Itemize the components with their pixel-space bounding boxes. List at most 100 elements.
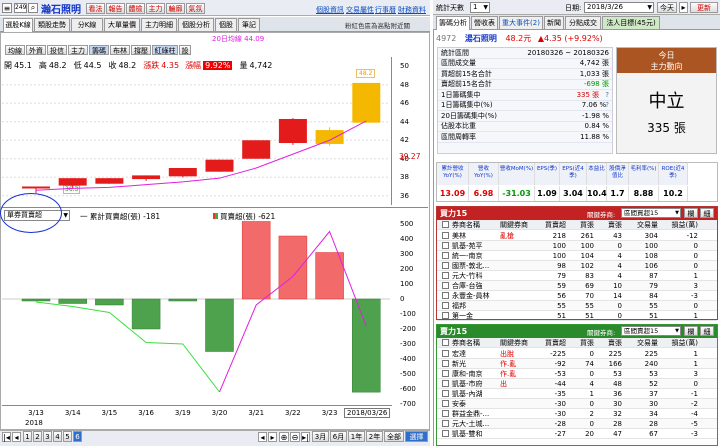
- table-row[interactable]: 凱基-內湖 -35 1 36 37 -1: [437, 389, 717, 399]
- scroll-right-icon[interactable]: ▸: [268, 432, 277, 442]
- buy_table-range-select[interactable]: 區間買超15 ▼: [621, 208, 681, 218]
- table-row[interactable]: 合庫-台強 59 69 10 79 3: [437, 281, 717, 291]
- column-header[interactable]: 交易量: [622, 220, 658, 229]
- btn-major[interactable]: 主力: [68, 45, 88, 55]
- table-row[interactable]: 元大-土城... -28 0 28 28 -5: [437, 419, 717, 429]
- range-6m-button[interactable]: 6月: [330, 431, 347, 442]
- row-checkbox[interactable]: [442, 272, 449, 279]
- page-button-1[interactable]: 1: [23, 431, 32, 442]
- btn-bollinger[interactable]: 布林: [110, 45, 130, 55]
- tab-stock-kline[interactable]: 選股K線: [3, 18, 33, 32]
- range-all-button[interactable]: 全部: [384, 431, 404, 442]
- table-row[interactable]: 新光 作.亂 -92 74 166 240 1: [437, 359, 717, 369]
- checkup-button[interactable]: 體檢: [126, 3, 145, 14]
- row-checkbox[interactable]: [442, 312, 449, 319]
- scroll-left-icon[interactable]: ◂: [258, 432, 267, 442]
- today-button[interactable]: 今天: [657, 2, 677, 13]
- tab-target[interactable]: 法人目標(45元): [602, 16, 660, 29]
- page-button-2[interactable]: 2: [33, 431, 42, 442]
- page-button-3[interactable]: 3: [43, 431, 52, 442]
- detail-button[interactable]: 細: [700, 326, 714, 336]
- btn-ma[interactable]: 均線: [5, 45, 25, 55]
- column-header[interactable]: 買張: [566, 338, 594, 347]
- next-day-icon[interactable]: ▸: [679, 2, 688, 13]
- table-row[interactable]: 美林 亂槍 218 261 43 304 -12: [437, 231, 717, 241]
- date-input[interactable]: 2018/3/26 ▼: [584, 2, 654, 13]
- row-checkbox[interactable]: [442, 360, 449, 367]
- tab-big-order[interactable]: 大單量價: [104, 18, 140, 31]
- days-select[interactable]: 1 ▼: [470, 2, 490, 13]
- tab-chip-analysis[interactable]: 籌碼分析: [436, 16, 470, 30]
- columns-button[interactable]: 欄: [684, 208, 698, 218]
- row-checkbox[interactable]: [442, 282, 449, 289]
- column-header[interactable]: 關鍵券商: [500, 338, 536, 347]
- range-2y-button[interactable]: 2年: [366, 431, 383, 442]
- mood-button[interactable]: 氣氛: [186, 3, 205, 14]
- table-row[interactable]: 凱基-苑平 100 100 0 100 0: [437, 241, 717, 251]
- column-header[interactable]: 賣張: [594, 220, 622, 229]
- row-checkbox[interactable]: [442, 430, 449, 437]
- stock-code-input[interactable]: 2499: [14, 3, 27, 13]
- table-row[interactable]: 永豐金-員林 56 70 14 84 -3: [437, 291, 717, 301]
- btn-support[interactable]: 撐壓: [131, 45, 151, 55]
- sell_table-range-select[interactable]: 區間賣超15 ▼: [621, 326, 681, 336]
- detail-button[interactable]: 細: [700, 208, 714, 218]
- table-row[interactable]: 國票-敦北... 98 102 4 106 0: [437, 261, 717, 271]
- select-all-checkbox[interactable]: [442, 221, 449, 228]
- row-checkbox[interactable]: [442, 302, 449, 309]
- tab-broker-trades[interactable]: 分點成交: [565, 16, 601, 29]
- link-stock-info[interactable]: 個股資訊: [316, 5, 344, 15]
- link-calendar[interactable]: 行事曆: [375, 5, 396, 15]
- tab-analysis[interactable]: 個股分析: [178, 18, 214, 31]
- row-checkbox[interactable]: [442, 390, 449, 397]
- btn-redgreen[interactable]: 紅綠柱: [152, 45, 178, 55]
- tab-revenue[interactable]: 營收表: [471, 16, 498, 29]
- table-row[interactable]: 元大-竹科 79 83 4 87 1: [437, 271, 717, 281]
- move-right-icon[interactable]: ▸|: [301, 432, 310, 442]
- btn-settings[interactable]: 設: [179, 45, 191, 55]
- table-row[interactable]: 康和-南京 作.亂 -53 0 53 53 3: [437, 369, 717, 379]
- zoom-out-icon[interactable]: ⊖: [290, 432, 300, 442]
- row-checkbox[interactable]: [442, 232, 449, 239]
- row-checkbox[interactable]: [442, 242, 449, 249]
- row-checkbox[interactable]: [442, 410, 449, 417]
- table-row[interactable]: 宏達 出脫 -225 0 225 225 1: [437, 349, 717, 359]
- row-checkbox[interactable]: [442, 292, 449, 299]
- tab-minute-k[interactable]: 分K線: [71, 18, 103, 31]
- help-icon[interactable]: ?: [605, 101, 609, 109]
- table-row[interactable]: 凱基-市府 出 -44 4 48 52 0: [437, 379, 717, 389]
- tab-stock[interactable]: 個股: [215, 18, 237, 31]
- table-row[interactable]: 安泰 -30 0 30 30 -2: [437, 399, 717, 409]
- column-header[interactable]: 交易量: [622, 338, 658, 347]
- link-financials[interactable]: 財務資料: [398, 5, 426, 15]
- range-3m-button[interactable]: 3月: [312, 431, 329, 442]
- column-header[interactable]: 券商名稱: [452, 338, 500, 347]
- refresh-button[interactable]: 更新: [690, 2, 718, 13]
- tab-sector-trend[interactable]: 類股走勢: [34, 18, 70, 31]
- search-icon[interactable]: ⌕: [28, 3, 38, 13]
- column-header[interactable]: 買張: [566, 220, 594, 229]
- row-checkbox[interactable]: [442, 400, 449, 407]
- range-1y-button[interactable]: 1年: [348, 431, 365, 442]
- major-button[interactable]: 主力: [146, 3, 165, 14]
- table-row[interactable]: 福邦 55 55 0 55 0: [437, 301, 717, 311]
- table-row[interactable]: 第一金 51 51 0 51 1: [437, 311, 717, 321]
- columns-button[interactable]: 欄: [684, 326, 698, 336]
- column-header[interactable]: 券商名稱: [452, 220, 500, 229]
- link-trade-attr[interactable]: 交易屬性: [346, 5, 374, 15]
- tab-notes[interactable]: 筆記: [238, 18, 260, 31]
- select-all-checkbox[interactable]: [442, 339, 449, 346]
- page-button-5[interactable]: 5: [63, 431, 72, 442]
- prev-page-icon[interactable]: ◂: [12, 432, 21, 442]
- row-checkbox[interactable]: [442, 350, 449, 357]
- column-header[interactable]: 損益(萬): [658, 338, 698, 347]
- table-row[interactable]: 凱基-雙和 -27 20 47 67 -3: [437, 429, 717, 439]
- row-checkbox[interactable]: [442, 370, 449, 377]
- tab-news[interactable]: 新聞: [544, 16, 564, 29]
- outline-button[interactable]: 輪廓: [166, 3, 185, 14]
- row-checkbox[interactable]: [442, 252, 449, 259]
- column-header[interactable]: 損益(萬): [658, 220, 698, 229]
- column-header[interactable]: 關鍵券商: [500, 220, 536, 229]
- report-button[interactable]: 報告: [106, 3, 125, 14]
- btn-chips[interactable]: 籌碼: [89, 45, 109, 55]
